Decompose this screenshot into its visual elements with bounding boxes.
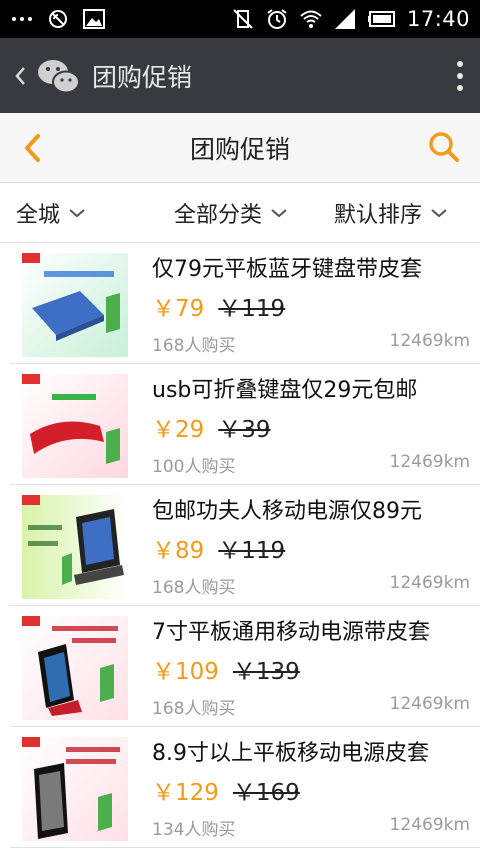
wifi-icon bbox=[300, 10, 322, 28]
red-folding-keyboard-image bbox=[22, 374, 128, 478]
chevron-left-icon[interactable] bbox=[10, 56, 32, 96]
distance: 12469km bbox=[389, 815, 470, 835]
filter-sort-label: 默认排序 bbox=[334, 203, 423, 228]
wechat-logo-icon bbox=[38, 59, 80, 93]
sold-count: 168人购买 bbox=[152, 336, 236, 356]
chevron-down-icon bbox=[69, 209, 85, 218]
original-price: ￥119 bbox=[218, 296, 286, 322]
filter-category-label: 全部分类 bbox=[174, 203, 263, 228]
list-item[interactable]: usb可折叠键盘仅29元包邮 ￥29 ￥39 100人购买 12469km bbox=[10, 364, 480, 485]
original-price: ￥139 bbox=[232, 659, 300, 685]
distance: 12469km bbox=[389, 331, 470, 351]
blue-keyboard-case-image bbox=[22, 253, 128, 357]
filter-area-label: 全城 bbox=[16, 203, 61, 228]
original-price: ￥169 bbox=[232, 780, 300, 806]
battery-icon bbox=[367, 11, 395, 27]
filter-area[interactable]: 全城 bbox=[16, 183, 86, 243]
sale-price: ￥89 bbox=[152, 538, 205, 564]
filter-sort[interactable]: 默认排序 bbox=[334, 183, 448, 243]
distance: 12469km bbox=[389, 452, 470, 472]
list-item[interactable]: 包邮功夫人移动电源仅89元 ￥89 ￥119 168人购买 12469km bbox=[10, 485, 480, 606]
distance: 12469km bbox=[389, 573, 470, 593]
product-name: 7寸平板通用移动电源带皮套 bbox=[152, 620, 430, 645]
clock: 17:40 bbox=[406, 7, 470, 31]
chevron-down-icon bbox=[431, 209, 447, 218]
search-icon[interactable] bbox=[426, 129, 462, 165]
no-notify-icon bbox=[49, 10, 67, 28]
app-bar: 团购促销 bbox=[0, 38, 480, 113]
sold-count: 100人购买 bbox=[152, 457, 236, 477]
vibrate-off-icon bbox=[233, 9, 253, 29]
alarm-icon bbox=[267, 9, 287, 29]
page-header: 团购促销 bbox=[0, 113, 480, 183]
price-row: ￥129 ￥169 bbox=[152, 773, 300, 807]
filter-category[interactable]: 全部分类 bbox=[174, 183, 288, 243]
status-bar: 17:40 bbox=[0, 0, 480, 38]
list-item[interactable]: 7寸平板通用移动电源带皮套 ￥109 ￥139 168人购买 12469km bbox=[10, 606, 480, 727]
sale-price: ￥79 bbox=[152, 296, 205, 322]
large-tablet-case-image bbox=[22, 737, 128, 841]
list-item[interactable]: 8.9寸以上平板移动电源皮套 ￥129 ￥169 134人购买 12469km bbox=[10, 727, 480, 848]
price-row: ￥89 ￥119 bbox=[152, 531, 285, 565]
back-arrow-icon[interactable] bbox=[18, 131, 48, 165]
chevron-down-icon bbox=[271, 209, 287, 218]
overflow-menu-icon[interactable] bbox=[450, 56, 470, 96]
price-row: ￥109 ￥139 bbox=[152, 652, 300, 686]
app-bar-title: 团购促销 bbox=[92, 62, 193, 92]
power-bank-tablet-image bbox=[22, 495, 128, 599]
product-list: 仅79元平板蓝牙键盘带皮套 ￥79 ￥119 168人购买 12469km us… bbox=[0, 243, 480, 848]
page-title: 团购促销 bbox=[189, 134, 290, 164]
product-name: usb可折叠键盘仅29元包邮 bbox=[152, 378, 418, 403]
product-name: 8.9寸以上平板移动电源皮套 bbox=[152, 741, 429, 766]
price-row: ￥79 ￥119 bbox=[152, 289, 285, 323]
more-dots-icon bbox=[12, 17, 32, 21]
filter-bar: 全城 全部分类 默认排序 bbox=[0, 183, 480, 243]
sold-count: 168人购买 bbox=[152, 578, 236, 598]
signal-icon bbox=[334, 9, 355, 29]
image-icon bbox=[83, 9, 105, 29]
tablet-stand-power-image bbox=[22, 616, 128, 720]
product-name: 仅79元平板蓝牙键盘带皮套 bbox=[152, 257, 422, 282]
product-name: 包邮功夫人移动电源仅89元 bbox=[152, 499, 422, 524]
original-price: ￥119 bbox=[218, 538, 286, 564]
sale-price: ￥129 bbox=[152, 780, 219, 806]
price-row: ￥29 ￥39 bbox=[152, 410, 271, 444]
sale-price: ￥109 bbox=[152, 659, 219, 685]
list-item[interactable]: 仅79元平板蓝牙键盘带皮套 ￥79 ￥119 168人购买 12469km bbox=[10, 243, 480, 364]
sold-count: 168人购买 bbox=[152, 699, 236, 719]
sold-count: 134人购买 bbox=[152, 820, 236, 840]
sale-price: ￥29 bbox=[152, 417, 205, 443]
original-price: ￥39 bbox=[218, 417, 271, 443]
distance: 12469km bbox=[389, 694, 470, 714]
